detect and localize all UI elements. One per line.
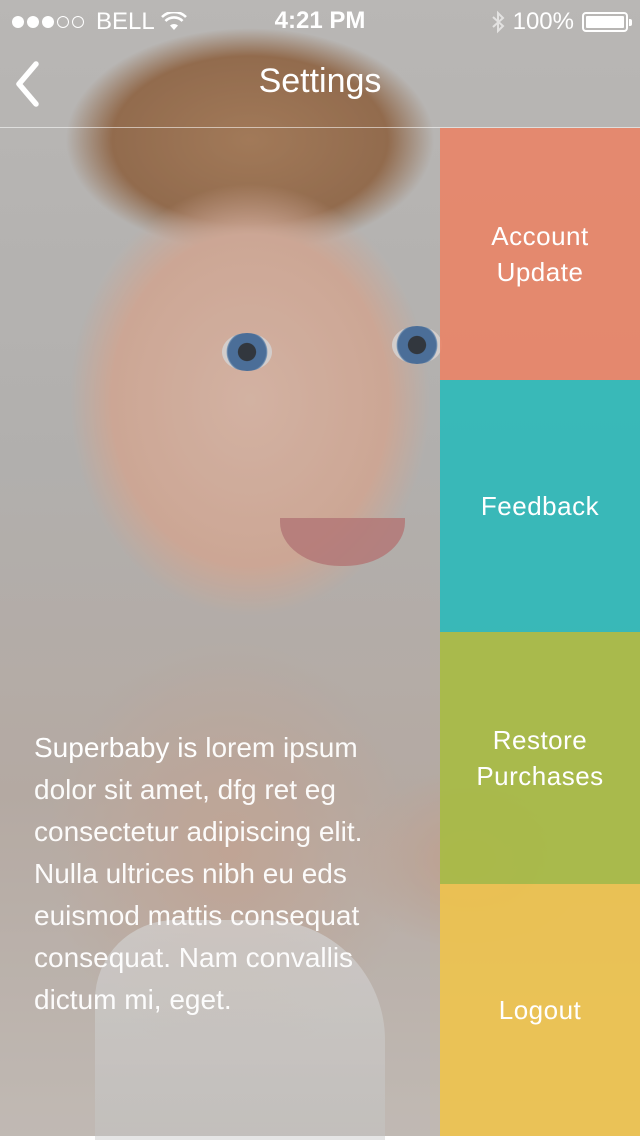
battery-level-fill bbox=[586, 16, 624, 28]
app-brand-name: Superbaby is bbox=[34, 732, 198, 763]
status-bar: BELL 4:21 PM 100% bbox=[0, 0, 640, 40]
restore-purchases-label: Restore Purchases bbox=[476, 725, 604, 791]
feedback-button[interactable]: Feedback bbox=[440, 380, 640, 632]
app-description-body: lorem ipsum dolor sit amet, dfg ret eg c… bbox=[34, 732, 363, 1015]
restore-purchases-button[interactable]: Restore Purchases bbox=[440, 632, 640, 884]
bluetooth-icon bbox=[491, 10, 505, 34]
settings-menu: Account Update Feedback Restore Purchase… bbox=[440, 128, 640, 1136]
battery-percent: 100% bbox=[512, 8, 574, 35]
feedback-label: Feedback bbox=[480, 491, 600, 521]
account-update-button[interactable]: Account Update bbox=[440, 128, 640, 380]
page-title: Settings bbox=[258, 62, 382, 100]
app-description: Superbaby is lorem ipsum dolor sit amet,… bbox=[34, 727, 424, 1021]
logout-label: Logout bbox=[498, 995, 582, 1025]
status-right: 100% bbox=[491, 8, 632, 36]
navigation-bar: Settings bbox=[0, 40, 640, 128]
battery-icon bbox=[582, 12, 632, 32]
account-update-label: Account Update bbox=[491, 221, 589, 287]
logout-button[interactable]: Logout bbox=[440, 884, 640, 1136]
